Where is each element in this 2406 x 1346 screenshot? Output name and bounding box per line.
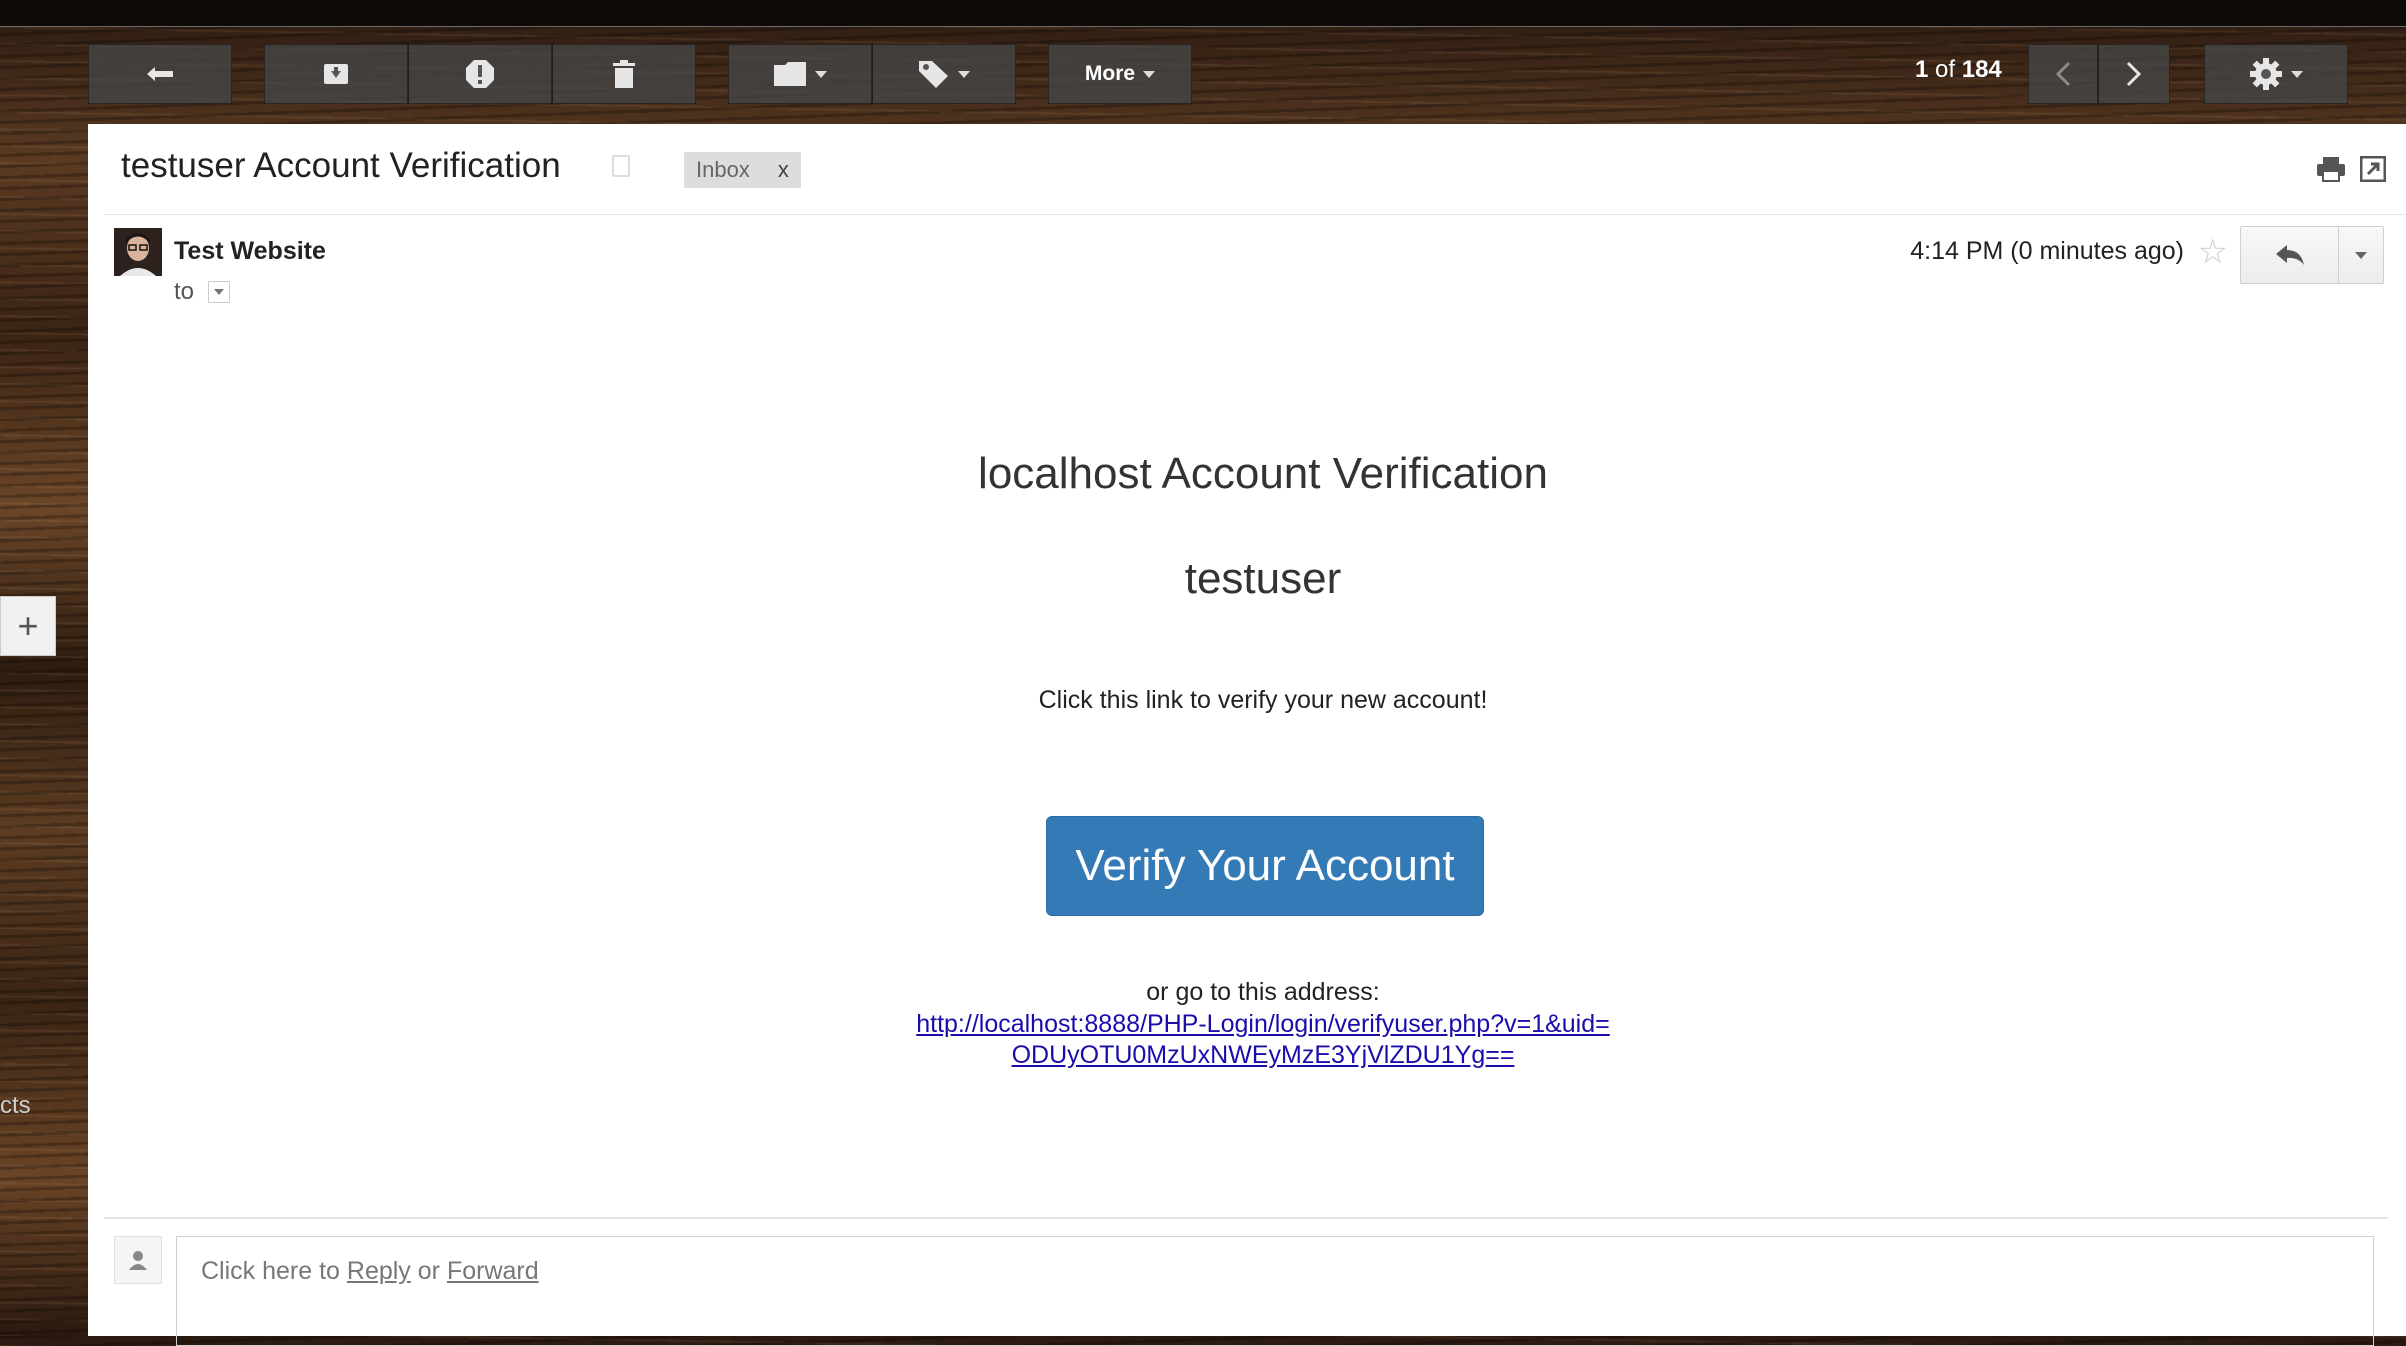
- labels-button[interactable]: [872, 44, 1016, 104]
- print-all-button[interactable]: [2316, 156, 2346, 187]
- forward-link[interactable]: Forward: [447, 1257, 539, 1285]
- verification-link-line2[interactable]: ODUyOTU0MzUxNWEyMzE3YjVlZDU1Yg==: [88, 1040, 2406, 1071]
- verify-account-button[interactable]: Verify Your Account: [1046, 816, 1484, 916]
- reply-divider: [104, 1217, 2388, 1219]
- folder-icon: [774, 62, 806, 86]
- trash-icon: [613, 60, 635, 88]
- more-group: More: [1048, 44, 1192, 104]
- report-spam-button[interactable]: [408, 44, 552, 104]
- older-button[interactable]: [2098, 44, 2170, 104]
- move-to-button[interactable]: [728, 44, 872, 104]
- chevron-down-icon: [214, 289, 225, 295]
- spam-icon: [466, 60, 494, 88]
- more-button[interactable]: More: [1048, 44, 1192, 104]
- pager-nav-group: [2028, 44, 2170, 104]
- reply-prefix: Click here to: [201, 1257, 347, 1285]
- delete-button[interactable]: [552, 44, 696, 104]
- printer-icon: [2317, 157, 2345, 182]
- pager-count: 1 of 184: [1915, 56, 2002, 84]
- settings-button[interactable]: [2204, 44, 2348, 104]
- archive-icon: [324, 64, 348, 84]
- more-label: More: [1084, 62, 1136, 85]
- body-message: Click this link to verify your new accou…: [1038, 686, 1488, 714]
- to-label: to: [174, 278, 195, 305]
- chevron-down-icon: [958, 70, 970, 78]
- star-icon[interactable]: ☆: [2198, 232, 2228, 272]
- person-icon: [129, 1251, 147, 1270]
- pager-total: 184: [1961, 56, 2002, 83]
- settings-group: [2204, 44, 2348, 104]
- user-avatar: [114, 1236, 162, 1284]
- back-to-inbox-button[interactable]: [88, 44, 232, 104]
- new-window-button[interactable]: [2359, 155, 2387, 187]
- header-divider: [104, 214, 2406, 215]
- sidebar-partial-text[interactable]: cts: [0, 1092, 31, 1120]
- reply-icon: [2275, 245, 2304, 265]
- back-group: [88, 44, 232, 104]
- top-bar: [0, 0, 2406, 27]
- pager-current: 1: [1915, 56, 1929, 83]
- reply-link[interactable]: Reply: [347, 1257, 411, 1285]
- email-panel: testuser Account Verification Inbox x Te…: [88, 124, 2406, 1346]
- label-icon[interactable]: [612, 155, 630, 177]
- chevron-left-icon: [2055, 61, 2071, 87]
- body-heading: localhost Account Verification: [978, 449, 1548, 498]
- organize-group: [728, 44, 1016, 104]
- avatar[interactable]: [114, 228, 162, 276]
- reply-button[interactable]: [2241, 227, 2338, 283]
- newer-button[interactable]: [2028, 44, 2098, 104]
- body-username: testuser: [1184, 554, 1342, 603]
- remove-label-button[interactable]: x: [778, 157, 789, 183]
- popout-icon: [2359, 155, 2387, 183]
- archive-button[interactable]: [264, 44, 408, 104]
- chevron-down-icon: [2291, 70, 2303, 78]
- recipient-line: to: [174, 278, 231, 306]
- gear-icon: [2250, 58, 2282, 90]
- inbox-label-chip[interactable]: Inbox x: [684, 152, 801, 188]
- alt-address-text: or go to this address:: [1146, 978, 1380, 1006]
- reply-forward-box[interactable]: Click here to Reply or Forward: [176, 1236, 2374, 1346]
- verification-link-line1[interactable]: http://localhost:8888/PHP-Login/login/ve…: [88, 1009, 2406, 1040]
- more-actions-button[interactable]: [2338, 227, 2383, 283]
- action-group: [264, 44, 696, 104]
- show-details-button[interactable]: [208, 281, 231, 303]
- email-subject: testuser Account Verification: [121, 146, 561, 185]
- chevron-right-icon: [2126, 61, 2142, 87]
- verification-link[interactable]: http://localhost:8888/PHP-Login/login/ve…: [88, 1009, 2406, 1071]
- chevron-down-icon: [2355, 251, 2367, 259]
- chevron-down-icon: [815, 70, 827, 78]
- back-arrow-icon: [147, 67, 173, 81]
- email-timestamp: 4:14 PM (0 minutes ago): [1910, 237, 2184, 265]
- inbox-label-text: Inbox: [696, 157, 750, 182]
- chevron-down-icon: [1143, 70, 1156, 78]
- tag-icon: [919, 61, 948, 88]
- sender-photo-icon: [114, 228, 162, 276]
- reply-button-group: [2240, 226, 2384, 284]
- reply-or: or: [410, 1257, 447, 1285]
- add-button[interactable]: +: [0, 596, 56, 656]
- sender-name[interactable]: Test Website: [174, 237, 326, 266]
- pager-of: of: [1935, 56, 1956, 83]
